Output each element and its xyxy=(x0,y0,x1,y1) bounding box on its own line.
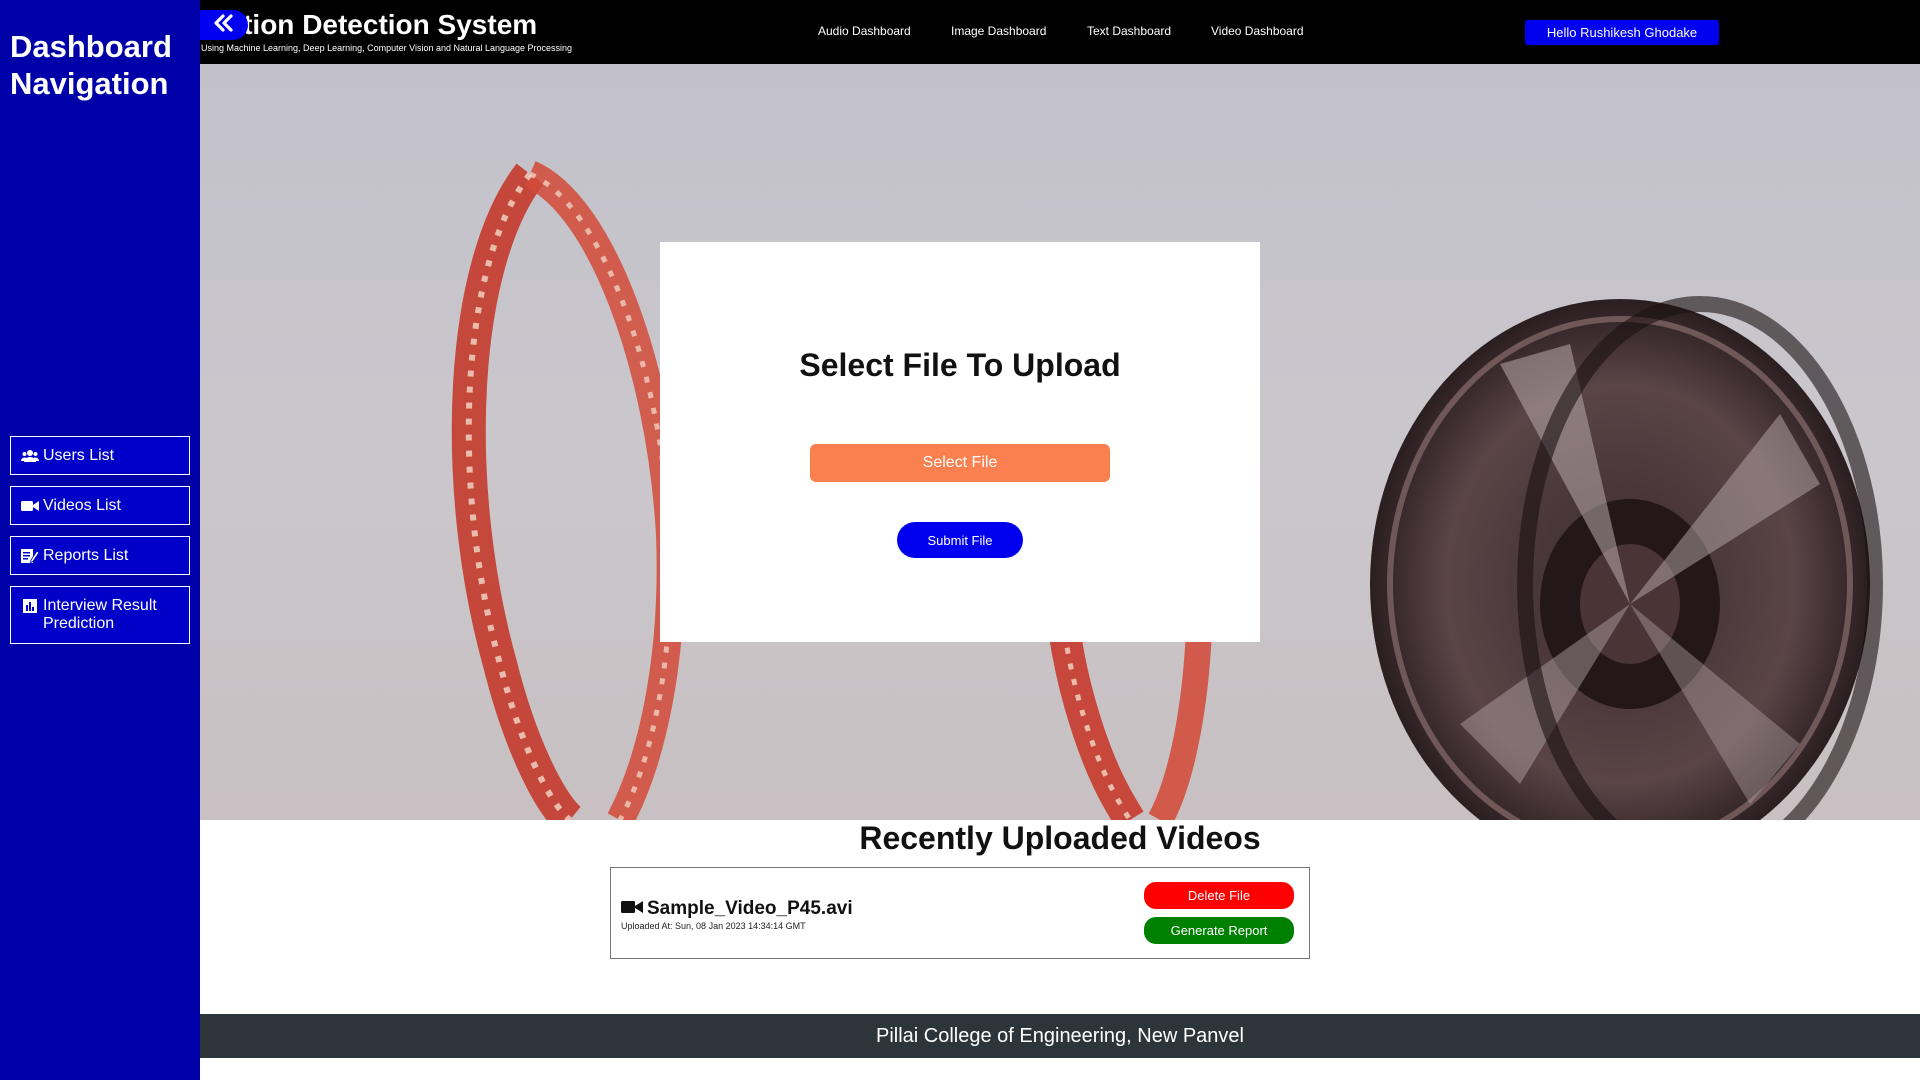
nav-video-dashboard[interactable]: Video Dashboard xyxy=(1211,24,1304,38)
double-chevron-left-icon xyxy=(212,13,236,38)
list-item: Sample_Video_P45.avi Uploaded At: Sun, 0… xyxy=(610,867,1310,959)
upload-card: Select File To Upload Select File Submit… xyxy=(660,242,1260,642)
sidebar-item-reports-list[interactable]: Reports List xyxy=(10,536,190,575)
sidebar-item-label: Reports List xyxy=(43,547,129,564)
sidebar: Dashboard Navigation Users List Videos L… xyxy=(0,0,200,1080)
user-greeting-button[interactable]: Hello Rushikesh Ghodake xyxy=(1525,20,1719,45)
video-name: Sample_Video_P45.avi xyxy=(621,898,853,920)
footer: Pillai College of Engineering, New Panve… xyxy=(200,1014,1920,1058)
sidebar-item-users-list[interactable]: Users List xyxy=(10,436,190,475)
video-camera-icon xyxy=(21,498,39,514)
video-camera-icon xyxy=(621,898,643,920)
submit-file-button[interactable]: Submit File xyxy=(897,522,1023,558)
video-uploaded-at: Uploaded At: Sun, 08 Jan 2023 14:34:14 G… xyxy=(621,921,806,931)
app-title: otion Detection System xyxy=(226,9,538,40)
sidebar-item-label: Videos List xyxy=(43,497,121,514)
generate-report-button[interactable]: Generate Report xyxy=(1144,917,1294,944)
video-filename: Sample_Video_P45.avi xyxy=(647,898,853,919)
bar-chart-icon xyxy=(21,598,39,614)
footer-text: Pillai College of Engineering, New Panve… xyxy=(876,1024,1244,1047)
nav-audio-dashboard[interactable]: Audio Dashboard xyxy=(818,24,911,38)
sidebar-item-videos-list[interactable]: Videos List xyxy=(10,486,190,525)
sidebar-title: Dashboard Navigation xyxy=(10,29,172,101)
users-icon xyxy=(21,448,39,464)
recent-videos-heading: Recently Uploaded Videos xyxy=(859,820,1261,856)
nav-image-dashboard[interactable]: Image Dashboard xyxy=(951,24,1046,38)
sidebar-item-interview-result-prediction[interactable]: Interview Result Prediction xyxy=(10,586,190,644)
nav-text-dashboard[interactable]: Text Dashboard xyxy=(1087,24,1171,38)
app-subtitle: Using Machine Learning, Deep Learning, C… xyxy=(201,43,573,53)
sidebar-item-label: Interview Result Prediction xyxy=(43,597,157,632)
select-file-button[interactable]: Select File xyxy=(810,444,1110,482)
delete-file-button[interactable]: Delete File xyxy=(1144,882,1294,909)
sidebar-item-label: Users List xyxy=(43,447,115,464)
sidebar-collapse-button[interactable] xyxy=(200,10,248,40)
edit-document-icon xyxy=(21,548,39,564)
hero-section: Select File To Upload Select File Submit… xyxy=(200,64,1920,820)
upload-title: Select File To Upload xyxy=(799,347,1121,383)
